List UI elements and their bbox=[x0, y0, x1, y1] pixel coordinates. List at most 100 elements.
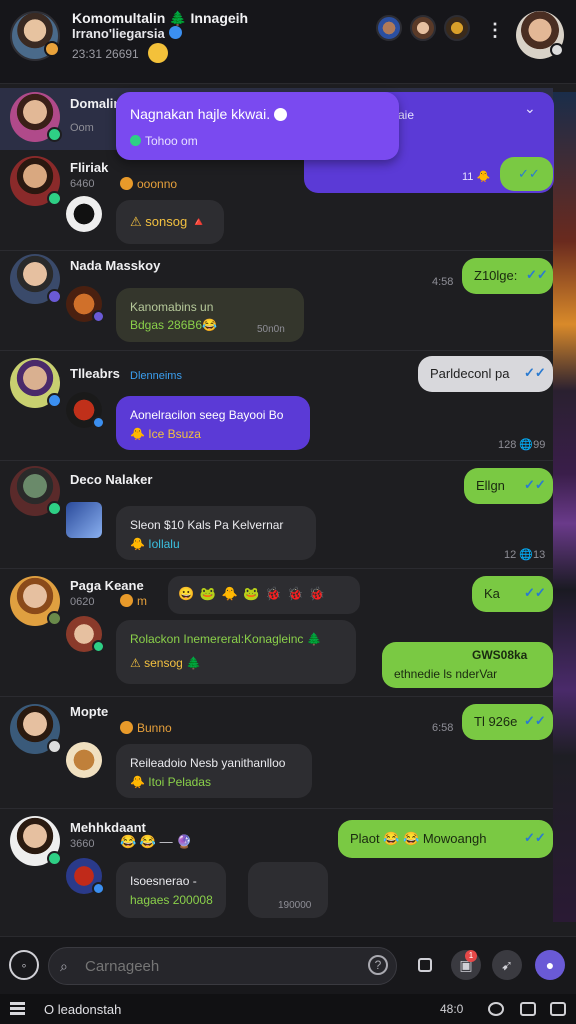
group-avatar[interactable] bbox=[10, 11, 60, 61]
menu-icon[interactable] bbox=[10, 1002, 25, 1015]
group-meta: 23:31 26691 bbox=[72, 47, 139, 61]
outgoing-bubble[interactable]: Tl 926e ✓✓ bbox=[462, 704, 553, 740]
member-avatar[interactable] bbox=[376, 15, 402, 41]
sender-avatar[interactable] bbox=[66, 616, 105, 653]
bubble-line: Sleon $10 Kals Pa Kelvernar bbox=[130, 518, 284, 532]
camera-icon[interactable] bbox=[520, 1002, 536, 1016]
group-subtitle-text: Irrano'liegarsia bbox=[72, 26, 165, 41]
help-icon[interactable]: ? bbox=[368, 955, 388, 975]
member-avatar[interactable] bbox=[444, 15, 470, 41]
avatar[interactable] bbox=[10, 358, 62, 408]
bubble-line: Reileadoio Nesb yanithanlloo bbox=[130, 756, 286, 770]
role-badge bbox=[47, 289, 62, 304]
chat-header: Komomultalin 🌲 Innageih Irrano'liegarsia… bbox=[0, 0, 576, 84]
row-divider bbox=[0, 350, 553, 351]
sender-avatar[interactable] bbox=[66, 286, 105, 323]
contact-name: Paga Keane bbox=[70, 578, 144, 593]
incoming-bubble[interactable]: Sleon $10 Kals Pa Kelvernar 🐥 Iollalu bbox=[116, 506, 316, 560]
message-input[interactable] bbox=[48, 947, 397, 985]
bubble-text: aie bbox=[398, 108, 415, 122]
bubble-line: ⚠ sensog 🌲 bbox=[130, 656, 202, 670]
bubble-text: ⚠ sonsog 🔺 bbox=[130, 214, 207, 229]
contact-name: Domalin bbox=[70, 96, 122, 111]
avatar[interactable] bbox=[10, 576, 62, 626]
heart-icon[interactable] bbox=[488, 1002, 504, 1016]
chevron-down-icon[interactable]: ⌄ bbox=[524, 100, 536, 117]
bubble-line: 🐥 Itoi Peladas bbox=[130, 775, 211, 789]
avatar[interactable] bbox=[10, 816, 62, 866]
emoji-drop-icon[interactable]: ◦ bbox=[9, 950, 39, 980]
shield-logo-icon bbox=[66, 502, 102, 538]
avatar[interactable] bbox=[10, 466, 62, 516]
flame-icon bbox=[120, 594, 133, 607]
bubble-text: Ka bbox=[484, 586, 500, 601]
message-time: 4:58 bbox=[432, 276, 454, 288]
bubble-text: Parldeconl pa bbox=[430, 366, 510, 381]
sender-avatar[interactable] bbox=[66, 742, 102, 778]
outgoing-bubble[interactable]: GWS08ka ethnedie ls nderVar bbox=[382, 642, 553, 688]
message-time: 128 🌐99 bbox=[498, 439, 546, 451]
avatar[interactable] bbox=[10, 704, 62, 754]
contact-meta: 3660 bbox=[70, 838, 95, 850]
contact-meta: Oom bbox=[70, 122, 94, 134]
avatar[interactable] bbox=[10, 156, 62, 206]
outgoing-bubble[interactable]: Ka ✓✓ bbox=[472, 576, 553, 612]
role-badge bbox=[92, 310, 105, 323]
side-artwork bbox=[553, 92, 576, 922]
flame-icon bbox=[120, 177, 133, 190]
sender-avatar[interactable] bbox=[66, 196, 102, 232]
sender-avatar[interactable] bbox=[66, 858, 105, 895]
notification-badge: 1 bbox=[465, 950, 477, 962]
attach-icon[interactable] bbox=[410, 950, 440, 980]
outgoing-bubble[interactable]: Z10lge: ✓✓ bbox=[462, 258, 553, 294]
status-label: O leadonstah bbox=[44, 1002, 122, 1017]
group-title: Komomultalin 🌲 Innageih bbox=[72, 10, 249, 26]
message-time: 6:58 bbox=[432, 722, 454, 734]
bubble-time: 190000 bbox=[278, 900, 312, 911]
read-receipt-icon: ✓✓ bbox=[524, 830, 546, 845]
smile-emoji-icon bbox=[148, 43, 168, 63]
row-divider bbox=[0, 808, 553, 809]
screen-icon[interactable] bbox=[550, 1002, 566, 1016]
bubble-line: Bdgas 286B6😂 bbox=[130, 318, 217, 332]
outgoing-bubble[interactable]: Parldeconl pa ✓✓ bbox=[418, 356, 553, 392]
contact-name: Mopte bbox=[70, 704, 109, 719]
emoji-reactions[interactable]: 😀 🐸 🐥 🐸 🐞 🐞 🐞 bbox=[168, 576, 360, 614]
contact-meta: 0620 bbox=[70, 596, 95, 608]
incoming-bubble[interactable]: Aonelracilon seeg Bayooi Bo 🐥 Ice Bsuza bbox=[116, 396, 310, 450]
bubble-line: 🐥 Iollalu bbox=[130, 537, 180, 551]
sticker-icon[interactable]: ➹ bbox=[492, 950, 522, 980]
contact-name: Fliriak bbox=[70, 160, 109, 175]
incoming-bubble[interactable]: ⚠ sonsog 🔺 bbox=[116, 200, 224, 244]
incoming-bubble[interactable]: Reileadoio Nesb yanithanlloo 🐥 Itoi Pela… bbox=[116, 744, 312, 798]
read-receipt-icon: ✓✓ bbox=[524, 585, 546, 600]
popup-title-text: Nagnakan hajle kkwai. bbox=[130, 106, 271, 122]
outgoing-bubble[interactable]: Plaot 😂 😂 Mowoangh ✓✓ bbox=[338, 820, 553, 858]
outgoing-bubble[interactable]: Ellgn ✓✓ bbox=[464, 468, 553, 504]
bubble-line: ethnedie ls nderVar bbox=[394, 667, 498, 681]
incoming-bubble[interactable]: Isoesnerao - hagaes 200008 bbox=[116, 862, 226, 918]
read-receipt-icon: ✓✓ bbox=[518, 166, 540, 181]
read-receipt-icon: ✓✓ bbox=[524, 477, 546, 492]
avatar[interactable] bbox=[10, 254, 62, 304]
read-receipt-icon: ✓✓ bbox=[526, 267, 548, 282]
status-tag-text: m bbox=[137, 594, 147, 608]
incoming-bubble[interactable]: Rolackon Inemereral:Konagleinc 🌲 ⚠ senso… bbox=[116, 620, 356, 684]
emoji-row: 😂 😂 — 🔮 bbox=[120, 834, 193, 849]
notification-popup[interactable]: Nagnakan hajle kkwai. Tohoo om bbox=[116, 92, 399, 160]
incoming-bubble[interactable]: Kanomabins un Bdgas 286B6😂 50n0n bbox=[116, 288, 304, 342]
more-options-icon[interactable]: ⋮ bbox=[486, 20, 504, 41]
outgoing-bubble[interactable]: ✓✓ bbox=[500, 157, 553, 191]
mic-icon[interactable]: ● bbox=[535, 950, 565, 980]
member-avatar[interactable] bbox=[410, 15, 436, 41]
status-readout: 48:0 bbox=[440, 1002, 464, 1016]
profile-avatar[interactable] bbox=[516, 11, 564, 59]
incoming-bubble[interactable]: 190000 bbox=[248, 862, 328, 918]
contact-meta: 6460 bbox=[70, 178, 95, 190]
contact-tag: Dlenneims bbox=[130, 370, 182, 382]
sender-avatar[interactable] bbox=[66, 392, 105, 429]
row-divider bbox=[0, 460, 553, 461]
popup-subtitle: Tohoo om bbox=[130, 134, 198, 148]
avatar[interactable] bbox=[10, 92, 62, 142]
status-badge bbox=[47, 739, 62, 754]
